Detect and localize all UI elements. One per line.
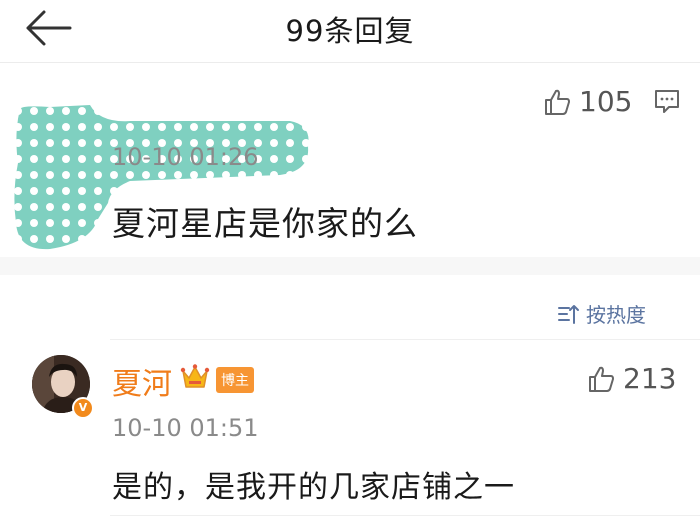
reply-like-button[interactable]: 213 [587,362,676,395]
reply-like-count: 213 [623,362,677,395]
top-bar: 99条回复 [0,0,700,63]
replies-section: 按热度 V 夏河 博主 213 10-10 01:51 是的，是我开的几家店铺之… [0,275,700,525]
thumbs-up-icon [589,366,614,392]
like-count: 105 [579,85,633,118]
reply-comment-icon[interactable] [654,88,680,114]
divider [110,515,700,516]
like-button[interactable]: 105 [543,85,632,118]
main-comment-card: 105 10-10 01:26 夏河星店是你家的么 [0,63,700,257]
crown-icon [180,364,210,388]
comment-text: 夏河星店是你家的么 [112,204,418,243]
verified-badge-icon: V [72,397,94,419]
page-title: 99条回复 [285,14,415,48]
blogger-tag: 博主 [216,367,254,393]
reply-author-name[interactable]: 夏河 [112,359,172,403]
sort-icon [558,304,579,324]
sort-label: 按热度 [586,303,646,327]
reply-text: 是的，是我开的几家店铺之一 [112,470,515,505]
comment-timestamp: 10-10 01:26 [112,143,259,171]
sort-by-heat-button[interactable]: 按热度 [558,299,646,328]
divider [110,339,700,340]
thumbs-up-icon [545,89,570,115]
reply-timestamp: 10-10 01:51 [112,414,259,442]
